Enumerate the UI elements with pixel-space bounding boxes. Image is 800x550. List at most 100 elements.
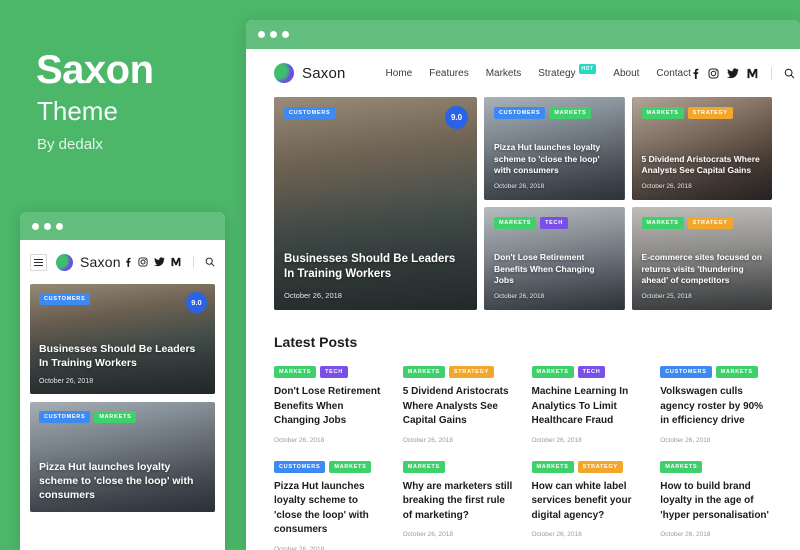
tag-markets[interactable]: MARKETS <box>402 460 445 473</box>
window-dot-close[interactable] <box>32 222 39 230</box>
card-title[interactable]: 5 Dividend Aristocrats Where Analysts Se… <box>642 154 763 176</box>
card-date: October 25, 2018 <box>641 293 692 300</box>
tag-markets[interactable]: MARKETS <box>660 460 703 473</box>
window-dot-minimize[interactable] <box>44 222 51 230</box>
tag-customers[interactable]: CUSTOMERS <box>39 411 91 423</box>
card-body: Pizza Hut launches loyalty scheme to 'cl… <box>39 461 206 503</box>
post-date: October 26, 2018 <box>660 531 711 538</box>
card-body: Businesses Should Be Leaders In Training… <box>39 343 206 385</box>
card-date: October 26, 2018 <box>284 291 342 300</box>
post-item[interactable]: MARKETS TECH Don't Lose Retirement Benefit… <box>274 366 386 444</box>
card-title[interactable]: E-commerce sites focused on returns visi… <box>642 252 763 286</box>
nav-item-label: About <box>613 67 640 79</box>
card-title[interactable]: Pizza Hut launches loyalty scheme to 'cl… <box>39 461 206 503</box>
post-title[interactable]: Don't Lose Retirement Benefits When Chan… <box>274 385 386 429</box>
facebook-icon[interactable] <box>691 68 700 79</box>
post-date: October 26, 2018 <box>531 436 582 444</box>
main-navigation: Home Features Markets Strategy HOT About Conta… <box>386 63 691 79</box>
hero-card[interactable]: MARKETS TECH Don't Lose Retirement Benefit… <box>484 207 625 310</box>
tag-customers[interactable]: CUSTOMERS <box>284 107 336 119</box>
twitter-icon[interactable] <box>726 67 739 79</box>
tag-list: CUSTOMERS MARKETS <box>274 460 386 473</box>
tag-markets[interactable]: MARKETS <box>494 217 537 229</box>
post-item[interactable]: CUSTOMERS MARKETS Pizza Hut launches loyal… <box>274 460 386 550</box>
nav-item-contact[interactable]: Contact <box>656 68 690 79</box>
nav-item-markets[interactable]: Markets <box>486 68 522 79</box>
post-title[interactable]: Pizza Hut launches loyalty scheme to 'cl… <box>274 480 386 538</box>
tag-customers[interactable]: CUSTOMERS <box>660 366 712 378</box>
nav-item-strategy[interactable]: Strategy HOT <box>538 63 597 79</box>
window-dot-maximize[interactable] <box>282 31 289 38</box>
card-content: CUSTOMERS Businesses Should Be Leaders In… <box>274 97 477 310</box>
tag-strategy[interactable]: STRATEGY <box>577 460 623 473</box>
social-divider <box>193 256 194 268</box>
tag-markets[interactable]: MARKETS <box>94 411 137 423</box>
tag-customers[interactable]: CUSTOMERS <box>494 107 546 119</box>
tag-customers[interactable]: CUSTOMERS <box>39 293 91 305</box>
hero-card[interactable]: MARKETS STRATEGY E-commerce sites focused … <box>631 207 773 310</box>
post-item[interactable]: MARKETS How to build brand loyalty in the… <box>660 460 772 550</box>
instagram-icon[interactable] <box>138 257 148 267</box>
post-item[interactable]: MARKETS STRATEGY How can white label servi… <box>531 460 644 550</box>
card-title[interactable]: Businesses Should Be Leaders In Training… <box>39 343 206 371</box>
tag-tech[interactable]: TECH <box>577 366 606 378</box>
card-content: MARKETS STRATEGY E-commerce sites focused … <box>632 207 773 310</box>
card-title[interactable]: Pizza Hut launches loyalty scheme to 'cl… <box>494 142 615 176</box>
tag-markets[interactable]: MARKETS <box>641 107 684 119</box>
post-title[interactable]: How to build brand loyalty in the age of… <box>660 480 772 524</box>
card-body: Don't Lose Retirement Benefits When Chan… <box>494 252 615 300</box>
tag-markets[interactable]: MARKETS <box>549 107 592 119</box>
medium-icon[interactable] <box>171 257 182 267</box>
tag-strategy[interactable]: STRATEGY <box>448 366 494 378</box>
tag-markets[interactable]: MARKETS <box>329 460 372 473</box>
hero-card[interactable]: CUSTOMERS MARKETS Pizza Hut launches loyal… <box>484 97 625 200</box>
window-dot-minimize[interactable] <box>270 31 277 38</box>
tag-list: MARKETS <box>660 460 772 473</box>
mobile-card[interactable]: CUSTOMERS MARKETS Pizza Hut launches loyal… <box>30 402 215 512</box>
hamburger-icon[interactable] <box>30 253 47 271</box>
medium-icon[interactable] <box>747 68 759 79</box>
tag-markets[interactable]: MARKETS <box>274 366 317 378</box>
tag-markets[interactable]: MARKETS <box>531 460 574 473</box>
site-brand[interactable]: Saxon <box>302 65 346 82</box>
mobile-window-titlebar <box>20 212 225 240</box>
search-icon[interactable] <box>205 257 215 267</box>
post-title[interactable]: Volkswagen culls agency roster by 90% in… <box>660 385 772 429</box>
post-item[interactable]: MARKETS TECH Machine Learning In Analytics… <box>531 366 644 444</box>
twitter-icon[interactable] <box>154 257 165 267</box>
mobile-card[interactable]: 9.0 CUSTOMERS Businesses Should Be Leaders… <box>30 284 215 394</box>
window-dot-maximize[interactable] <box>56 222 63 230</box>
tag-markets[interactable]: MARKETS <box>715 366 758 378</box>
window-dot-close[interactable] <box>258 31 265 38</box>
mobile-site-brand[interactable]: Saxon <box>80 254 121 270</box>
tag-customers[interactable]: CUSTOMERS <box>274 460 326 473</box>
card-title[interactable]: Don't Lose Retirement Benefits When Chan… <box>494 252 615 286</box>
tag-tech[interactable]: TECH <box>540 217 568 229</box>
post-item[interactable]: MARKETS STRATEGY 5 Dividend Aristocrats Wh… <box>402 366 515 444</box>
card-content: MARKETS STRATEGY 5 Dividend Aristocrats Wh… <box>632 97 773 200</box>
nav-item-home[interactable]: Home <box>386 68 413 79</box>
instagram-icon[interactable] <box>708 68 719 79</box>
nav-item-features[interactable]: Features <box>429 68 468 79</box>
post-title[interactable]: How can white label services benefit you… <box>532 480 644 524</box>
post-title[interactable]: 5 Dividend Aristocrats Where Analysts Se… <box>403 385 515 429</box>
card-title[interactable]: Businesses Should Be Leaders In Training… <box>284 252 467 282</box>
search-icon[interactable] <box>784 68 795 79</box>
tag-strategy[interactable]: STRATEGY <box>687 217 733 229</box>
promo-title: Saxon <box>36 48 154 92</box>
tag-markets[interactable]: MARKETS <box>402 366 445 378</box>
tag-markets[interactable]: MARKETS <box>531 366 574 378</box>
hero-card[interactable]: 9.0 CUSTOMERS Businesses Should Be Leaders… <box>274 97 477 310</box>
nav-item-about[interactable]: About <box>613 68 639 79</box>
post-item[interactable]: CUSTOMERS MARKETS Volkswagen culls agency … <box>660 366 772 444</box>
post-item[interactable]: MARKETS Why are marketers still breaking … <box>402 460 515 550</box>
post-title[interactable]: Why are marketers still breaking the fir… <box>403 480 515 524</box>
tag-list: CUSTOMERS MARKETS <box>494 107 615 119</box>
tag-markets[interactable]: MARKETS <box>641 217 684 229</box>
tag-tech[interactable]: TECH <box>320 366 348 378</box>
hero-card[interactable]: MARKETS STRATEGY 5 Dividend Aristocrats Wh… <box>631 97 773 200</box>
tag-strategy[interactable]: STRATEGY <box>687 107 733 119</box>
post-title[interactable]: Machine Learning In Analytics To Limit H… <box>532 385 644 429</box>
facebook-icon[interactable] <box>124 257 132 267</box>
nav-item-label: Markets <box>485 67 522 79</box>
